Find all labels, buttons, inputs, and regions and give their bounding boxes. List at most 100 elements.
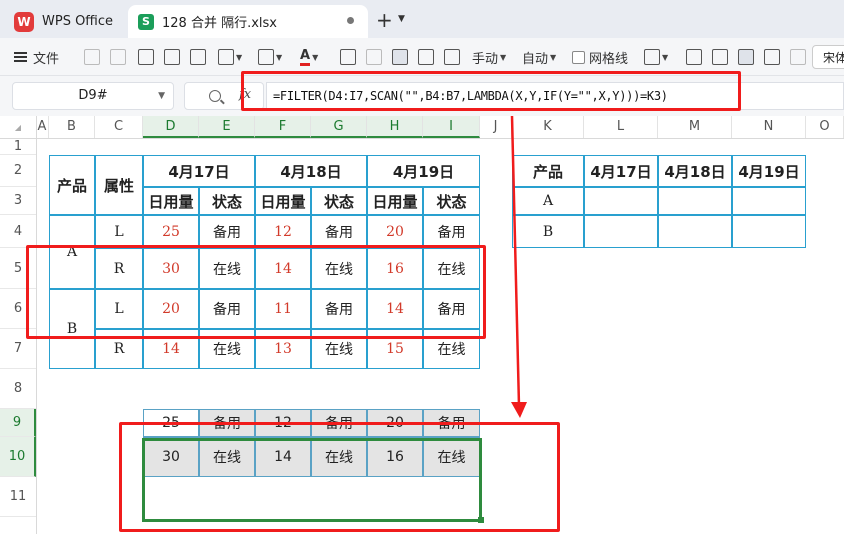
row-header-9[interactable]: 9: [0, 409, 36, 437]
header-usage: 日用量: [367, 187, 423, 215]
row-header-1[interactable]: 1: [0, 138, 36, 155]
header-status: 状态: [311, 187, 367, 215]
header-status: 状态: [199, 187, 255, 215]
font-color-button[interactable]: A ▼: [300, 47, 318, 67]
result-highlight: [119, 422, 560, 532]
cell-style-button[interactable]: ▼: [644, 47, 668, 67]
arrow-head-icon: [511, 402, 527, 418]
text-direction-button[interactable]: [340, 47, 356, 67]
lookup-value-cell[interactable]: [584, 215, 658, 248]
gridlines-label: 网格线: [589, 51, 629, 67]
header-date: 4月18日: [255, 155, 367, 187]
lookup-product-cell[interactable]: B: [512, 215, 584, 248]
column-header-c[interactable]: C: [95, 116, 143, 138]
sort-button[interactable]: [164, 47, 180, 67]
fill-button[interactable]: [190, 47, 206, 67]
auto-dropdown[interactable]: 自动 ▼: [522, 47, 556, 67]
row-header-2[interactable]: 2: [0, 155, 36, 187]
align-right-icon: [764, 49, 780, 65]
new-tab-button[interactable]: +: [376, 8, 393, 32]
filter-button[interactable]: [138, 47, 154, 67]
header-status: 状态: [423, 187, 480, 215]
align-button[interactable]: [444, 47, 460, 67]
wrap-text-button[interactable]: [392, 47, 408, 67]
gridlines-toggle[interactable]: 网格线: [572, 47, 628, 67]
attribute-cell[interactable]: L: [95, 215, 143, 248]
column-header-h[interactable]: H: [367, 116, 423, 138]
column-layout-button[interactable]: [366, 47, 382, 67]
font-name-select[interactable]: 宋体: [812, 45, 844, 69]
tab-wps-office[interactable]: W WPS Office: [8, 5, 123, 38]
freeze-button[interactable]: [686, 47, 702, 67]
filter-icon: [138, 49, 154, 65]
header-product: 产品: [49, 155, 95, 215]
freeze-icon: [686, 49, 702, 65]
spreadsheet-icon: S: [138, 13, 154, 30]
column-header-l[interactable]: L: [584, 116, 658, 138]
usage-cell[interactable]: 25: [143, 215, 199, 248]
status-cell[interactable]: 备用: [423, 215, 480, 248]
paste-format-button[interactable]: [110, 47, 126, 67]
unsaved-dot-icon[interactable]: [347, 17, 354, 24]
row-header-10[interactable]: 10: [0, 437, 36, 477]
number-format-button[interactable]: [84, 47, 100, 67]
align-left-icon: [712, 49, 728, 65]
zoom-icon[interactable]: [209, 90, 221, 102]
header-attribute: 属性: [95, 155, 143, 215]
chevron-down-icon[interactable]: ▼: [158, 83, 165, 109]
row-header-3[interactable]: 3: [0, 187, 36, 215]
lookup-value-cell[interactable]: [732, 187, 806, 215]
column-header-f[interactable]: F: [255, 116, 311, 138]
column-header-j[interactable]: J: [480, 116, 512, 138]
align-center-icon: [738, 49, 754, 65]
row-header-11[interactable]: 11: [0, 477, 36, 517]
select-all-corner[interactable]: ◢: [0, 116, 36, 138]
number-format-icon: [84, 49, 100, 65]
column-header-d[interactable]: D: [143, 116, 199, 138]
lookup-value-cell[interactable]: [658, 215, 732, 248]
align-right-button[interactable]: [764, 47, 780, 67]
align-left-button[interactable]: [712, 47, 728, 67]
status-cell[interactable]: 备用: [311, 215, 367, 248]
usage-cell[interactable]: 12: [255, 215, 311, 248]
name-box-value: D9#: [78, 88, 108, 103]
column-header-a[interactable]: A: [36, 116, 49, 138]
format-painter-icon: [110, 49, 126, 65]
column-header-o[interactable]: O: [806, 116, 844, 138]
row-header-8[interactable]: 8: [0, 369, 36, 409]
formula-highlight: [241, 71, 741, 111]
merge-button[interactable]: [418, 47, 434, 67]
wrap-mode-dropdown[interactable]: 手动 ▼: [472, 47, 506, 67]
spreadsheet-grid[interactable]: ABCDEFGHIJKLMNO 1 2 3 4 5 6 7 8 9 10 11 ◢ 产品 属性 4月17…: [0, 116, 844, 534]
borders-button[interactable]: ▼: [218, 47, 242, 67]
lookup-value-cell[interactable]: [732, 215, 806, 248]
name-box[interactable]: D9# ▼: [12, 82, 174, 110]
column-header-i[interactable]: I: [423, 116, 480, 138]
borders-icon: [218, 49, 234, 65]
header-divider: [0, 138, 844, 139]
new-tab-dropdown-icon[interactable]: ▼: [398, 14, 405, 24]
column-header-e[interactable]: E: [199, 116, 255, 138]
gridlines-checkbox[interactable]: [572, 50, 585, 64]
column-header-m[interactable]: M: [658, 116, 732, 138]
lookup-header-date: 4月18日: [658, 155, 732, 187]
align-center-button[interactable]: [738, 47, 754, 67]
tab-file-label: 128 合并 隔行.xlsx: [162, 16, 277, 31]
lookup-product-cell[interactable]: A: [512, 187, 584, 215]
tab-file[interactable]: S 128 合并 隔行.xlsx: [128, 5, 368, 38]
column-header-b[interactable]: B: [49, 116, 95, 138]
status-cell[interactable]: 备用: [199, 215, 255, 248]
fill-color-button[interactable]: ▼: [258, 47, 282, 67]
column-header-n[interactable]: N: [732, 116, 806, 138]
lookup-value-cell[interactable]: [584, 187, 658, 215]
cell-style-icon: [644, 49, 660, 65]
align-top-button[interactable]: [790, 47, 806, 67]
file-menu-button[interactable]: 文件: [14, 47, 59, 67]
column-header-k[interactable]: K: [512, 116, 584, 138]
usage-cell[interactable]: 20: [367, 215, 423, 248]
column-header-g[interactable]: G: [311, 116, 367, 138]
sort-icon: [164, 49, 180, 65]
row-header-4[interactable]: 4: [0, 215, 36, 248]
header-date: 4月19日: [367, 155, 480, 187]
lookup-value-cell[interactable]: [658, 187, 732, 215]
